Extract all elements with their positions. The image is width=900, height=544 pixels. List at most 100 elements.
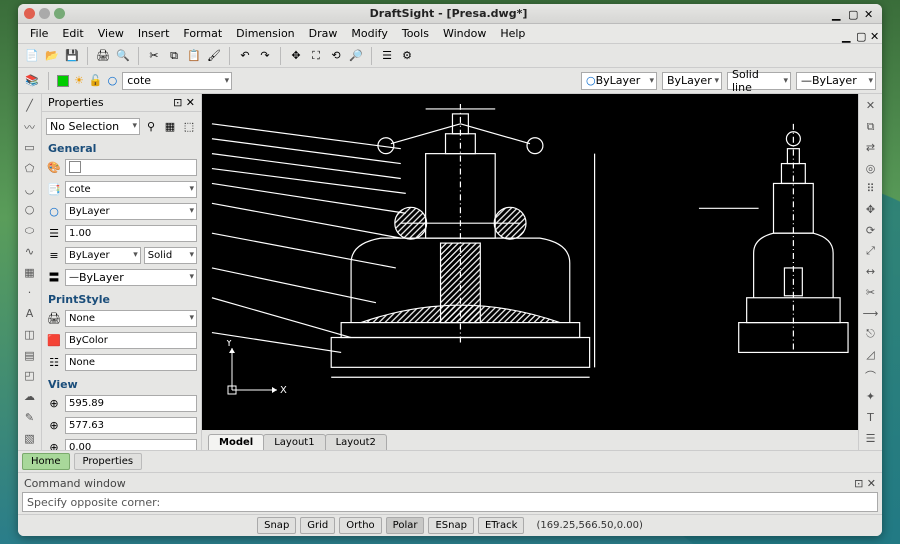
panel-tab-properties[interactable]: Properties (74, 453, 143, 470)
menu-view[interactable]: View (92, 25, 130, 42)
layer-select[interactable]: cote (122, 72, 232, 90)
array-tool-icon[interactable]: ⠿ (862, 181, 880, 197)
selection-dropdown[interactable]: No Selection (46, 118, 140, 135)
menu-tools[interactable]: Tools (396, 25, 435, 42)
text-tool-icon[interactable]: A (21, 306, 39, 322)
line-tool-icon[interactable]: ╱ (21, 98, 39, 114)
rect-tool-icon[interactable]: ▭ (21, 140, 39, 156)
etrack-toggle[interactable]: ETrack (478, 517, 525, 534)
polyline-tool-icon[interactable]: 〰 (21, 119, 39, 135)
paste-icon[interactable]: 📋 (186, 48, 202, 64)
mirror-tool-icon[interactable]: ⇄ (862, 140, 880, 156)
esnap-toggle[interactable]: ESnap (428, 517, 473, 534)
preview-icon[interactable]: 🔍 (115, 48, 131, 64)
minimize-icon[interactable] (39, 8, 50, 19)
linestyle-select[interactable]: Solid line (727, 72, 791, 90)
undo-icon[interactable]: ↶ (237, 48, 253, 64)
menu-help[interactable]: Help (494, 25, 531, 42)
view-x-field[interactable]: 595.89 (65, 395, 197, 412)
tab-layout1[interactable]: Layout1 (263, 434, 325, 450)
block-tool-icon[interactable]: ◫ (21, 327, 39, 343)
menu-edit[interactable]: Edit (56, 25, 89, 42)
trim-tool-icon[interactable]: ✂ (862, 285, 880, 301)
color-field[interactable] (65, 159, 197, 176)
new-icon[interactable]: 📄 (24, 48, 40, 64)
ortho-toggle[interactable]: Ortho (339, 517, 381, 534)
break-tool-icon[interactable]: ⎋ (862, 326, 880, 342)
menu-format[interactable]: Format (177, 25, 228, 42)
drawing-canvas[interactable]: X Y (202, 94, 858, 430)
lineweight-select[interactable]: — ByLayer (796, 72, 876, 90)
hatch-tool-icon[interactable]: ▦ (21, 264, 39, 280)
polar-toggle[interactable]: Polar (386, 517, 425, 534)
maximize-icon[interactable] (54, 8, 65, 19)
fillet-tool-icon[interactable]: ⌒ (862, 368, 880, 384)
menu-file[interactable]: File (24, 25, 54, 42)
menu-dimension[interactable]: Dimension (230, 25, 300, 42)
copy-icon[interactable]: ⧉ (166, 48, 182, 64)
redo-icon[interactable]: ↷ (257, 48, 273, 64)
lstyle-field[interactable]: Solid (144, 247, 197, 264)
zoom-realtime-icon[interactable]: 🔎 (348, 48, 364, 64)
menu-window[interactable]: Window (437, 25, 492, 42)
arc-tool-icon[interactable]: ◡ (21, 181, 39, 197)
region-tool-icon[interactable]: ◰ (21, 368, 39, 384)
copy-tool-icon[interactable]: ⧉ (862, 119, 880, 135)
mdi-close-icon[interactable]: ✕ (864, 28, 876, 40)
menu-draw[interactable]: Draw (303, 25, 344, 42)
mask-tool-icon[interactable]: ▧ (21, 430, 39, 446)
cmd-pin-icon[interactable]: ⊡ (854, 477, 863, 490)
window-close-icon[interactable]: ✕ (864, 8, 876, 20)
erase-tool-icon[interactable]: ✕ (862, 98, 880, 114)
close-icon[interactable] (24, 8, 35, 19)
note-tool-icon[interactable]: ✎ (21, 410, 39, 426)
panel-tab-home[interactable]: Home (22, 453, 70, 470)
match-icon[interactable]: 🖌 (206, 48, 222, 64)
tab-model[interactable]: Model (208, 434, 264, 450)
explode-tool-icon[interactable]: ✦ (862, 389, 880, 405)
pstyle-field[interactable]: None (65, 310, 197, 327)
snap-toggle[interactable]: Snap (257, 517, 296, 534)
view-z-field[interactable]: 0.00 (65, 439, 197, 451)
cloud-tool-icon[interactable]: ☁ (21, 389, 39, 405)
command-input[interactable] (22, 492, 878, 512)
pan-icon[interactable]: ✥ (288, 48, 304, 64)
layer-lock-icon[interactable]: 🔓 (89, 74, 103, 87)
save-icon[interactable]: 💾 (64, 48, 80, 64)
linetype-select[interactable]: ByLayer (662, 72, 722, 90)
properties-tool-icon[interactable]: ☰ (862, 430, 880, 446)
point-tool-icon[interactable]: · (21, 285, 39, 301)
scale-tool-icon[interactable]: ⤢ (862, 243, 880, 259)
cut-icon[interactable]: ✂ (146, 48, 162, 64)
scale-field[interactable]: 1.00 (65, 225, 197, 242)
open-icon[interactable]: 📂 (44, 48, 60, 64)
layer-freeze-icon[interactable]: ☀ (74, 74, 84, 87)
extend-tool-icon[interactable]: ⟶ (862, 306, 880, 322)
panel-pin-icon[interactable]: ⊡ (173, 96, 182, 109)
circle-tool-icon[interactable]: ○ (21, 202, 39, 218)
layer-manager-icon[interactable]: 📚 (24, 73, 40, 89)
text-edit-icon[interactable]: T (862, 410, 880, 426)
table-tool-icon[interactable]: ▤ (21, 347, 39, 363)
view-y-field[interactable]: 577.63 (65, 417, 197, 434)
options-icon[interactable]: ⚙ (399, 48, 415, 64)
offset-tool-icon[interactable]: ◎ (862, 160, 880, 176)
zoom-prev-icon[interactable]: ⟲ (328, 48, 344, 64)
linecolor-field[interactable]: ByLayer (65, 203, 197, 220)
print-icon[interactable]: 🖨 (95, 48, 111, 64)
chamfer-tool-icon[interactable]: ◿ (862, 347, 880, 363)
mdi-restore-icon[interactable]: ▢ (850, 28, 862, 40)
menu-insert[interactable]: Insert (132, 25, 176, 42)
mdi-min-icon[interactable]: ▁ (836, 28, 848, 40)
tab-layout2[interactable]: Layout2 (325, 434, 387, 450)
panel-close-icon[interactable]: ✕ (186, 96, 195, 109)
polygon-tool-icon[interactable]: ⬠ (21, 161, 39, 177)
color-select[interactable]: ○ ByLayer (581, 72, 657, 90)
select-all-icon[interactable]: ⬚ (181, 118, 197, 134)
quick-select-icon[interactable]: ⚲ (143, 118, 159, 134)
move-tool-icon[interactable]: ✥ (862, 202, 880, 218)
window-restore-icon[interactable]: ▢ (848, 8, 860, 20)
ltype-field[interactable]: ByLayer (65, 247, 141, 264)
ptable-field[interactable]: None (65, 354, 197, 371)
ellipse-tool-icon[interactable]: ⬭ (21, 223, 39, 239)
